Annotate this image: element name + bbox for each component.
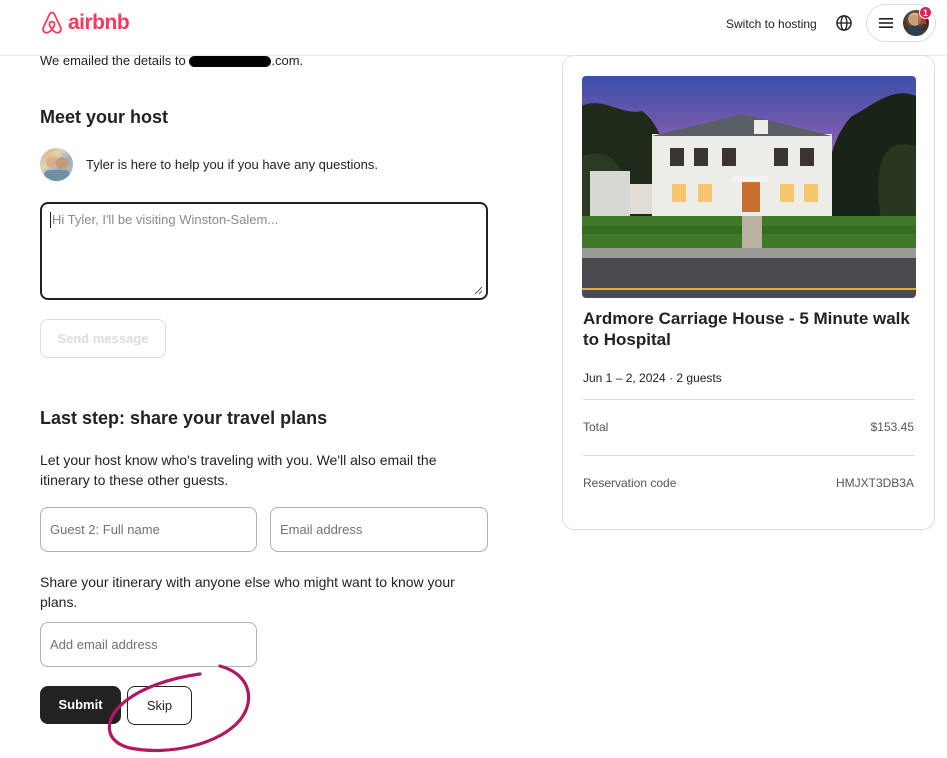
listing-title[interactable]: Ardmore Carriage House - 5 Minute walk t… <box>583 308 918 350</box>
reservation-summary-card: Ardmore Carriage House - 5 Minute walk t… <box>562 55 935 530</box>
redacted-email <box>189 56 272 68</box>
message-placeholder: Hi Tyler, I'll be visiting Winston-Salem… <box>52 212 279 227</box>
host-help-text: Tyler is here to help you if you have an… <box>86 157 378 172</box>
reservation-code-value: HMJXT3DB3A <box>835 476 914 490</box>
total-label: Total <box>583 420 609 434</box>
total-value: $153.45 <box>870 420 914 434</box>
switch-to-hosting-link[interactable]: Switch to hosting <box>718 13 825 35</box>
send-message-button[interactable]: Send message <box>40 319 166 358</box>
divider <box>583 399 915 400</box>
brand-name: airbnb <box>68 11 130 34</box>
globe-icon[interactable] <box>835 14 853 32</box>
resize-handle-icon[interactable] <box>474 286 483 295</box>
hamburger-icon <box>879 18 893 28</box>
host-avatar[interactable] <box>40 148 73 181</box>
guest-name-input[interactable]: Guest 2: Full name <box>40 507 257 552</box>
airbnb-logo[interactable]: airbnb <box>40 10 130 36</box>
trip-dates: Jun 1 – 2, 2024 · 2 guests <box>583 371 722 385</box>
guest-email-input[interactable]: Email address <box>270 507 488 552</box>
reservation-confirmation-page: airbnb Switch to hosting 1 We emailed th… <box>0 0 947 758</box>
emailed-details-text: We emailed the details to .com. <box>40 53 303 68</box>
email-suffix: .com. <box>271 53 304 68</box>
user-menu-button[interactable]: 1 <box>866 4 936 42</box>
hand-drawn-circle-annotation <box>107 664 251 752</box>
host-message-textarea[interactable]: Hi Tyler, I'll be visiting Winston-Salem… <box>40 202 488 300</box>
listing-photo[interactable] <box>582 76 916 298</box>
emailed-prefix: We emailed the details to <box>40 53 186 68</box>
travel-plans-description: Let your host know who's traveling with … <box>40 452 437 488</box>
travel-plans-heading: Last step: share your travel plans <box>40 408 328 428</box>
text-caret <box>50 212 51 228</box>
divider <box>583 455 915 456</box>
reservation-code-label: Reservation code <box>583 476 677 490</box>
notification-badge: 1 <box>919 6 932 19</box>
airbnb-logo-icon <box>42 11 62 34</box>
meet-host-heading: Meet your host <box>40 107 169 127</box>
share-itinerary-description: Share your itinerary with anyone else wh… <box>40 574 455 610</box>
top-header: airbnb Switch to hosting 1 <box>0 0 947 56</box>
